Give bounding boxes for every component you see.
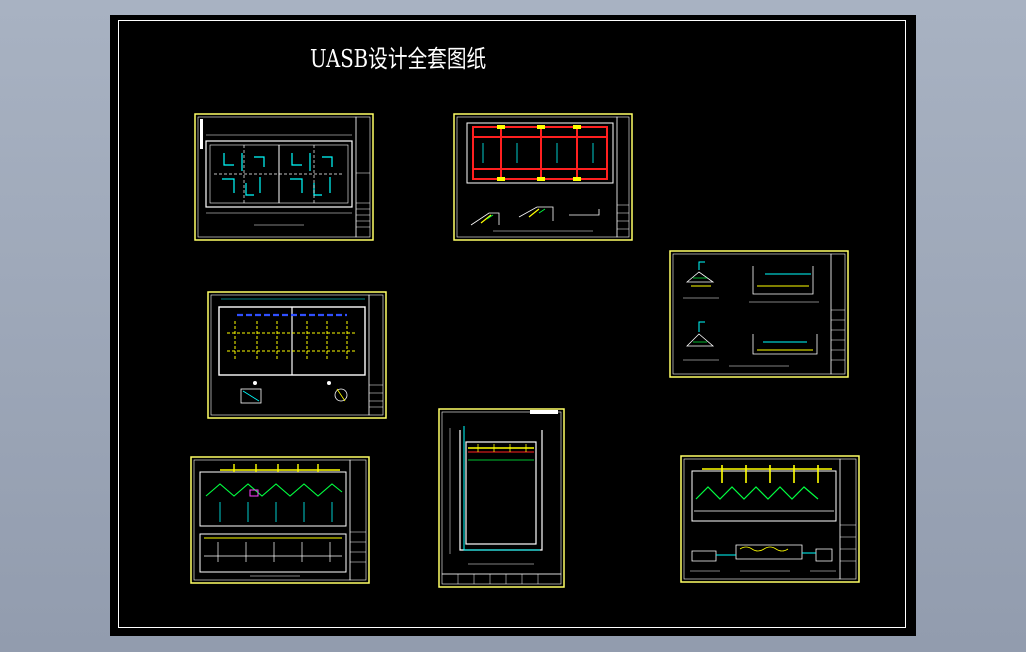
sheet-section-2[interactable] bbox=[680, 455, 860, 583]
sheet-plan-1[interactable] bbox=[194, 113, 374, 241]
sheet-plan-3[interactable] bbox=[207, 291, 387, 419]
sheet-plan-2[interactable] bbox=[453, 113, 633, 241]
drawing-title: UASB设计全套图纸 bbox=[310, 45, 487, 73]
sheet-section-1[interactable] bbox=[190, 456, 370, 584]
sheet-details[interactable] bbox=[669, 250, 849, 378]
sheet-section-tall[interactable] bbox=[438, 408, 565, 588]
drawing-viewport[interactable]: UASB设计全套图纸 bbox=[110, 15, 916, 636]
